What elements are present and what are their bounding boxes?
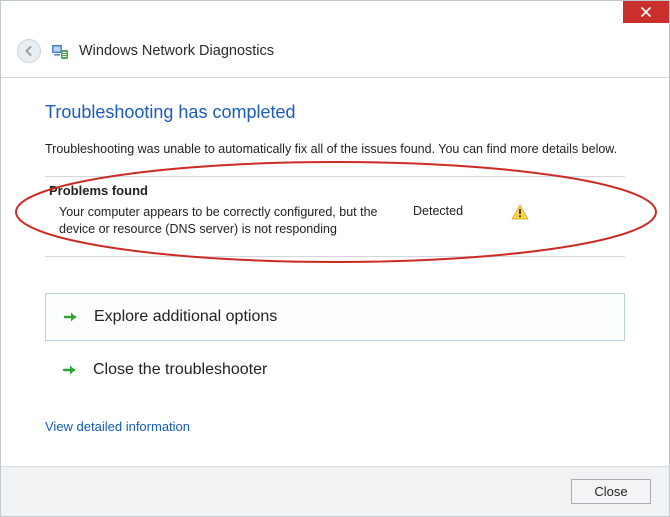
dialog-content: Troubleshooting has completed Troublesho… xyxy=(1,78,669,452)
warning-icon xyxy=(511,204,529,220)
window-close-button[interactable] xyxy=(623,1,669,23)
view-detailed-info-link[interactable]: View detailed information xyxy=(45,419,190,434)
dialog-window: Windows Network Diagnostics Troubleshoot… xyxy=(0,0,670,517)
close-icon xyxy=(640,6,652,18)
diagnostics-icon xyxy=(51,42,69,60)
back-arrow-icon xyxy=(23,45,35,57)
title-bar xyxy=(1,1,669,31)
dialog-title: Windows Network Diagnostics xyxy=(79,43,274,59)
problems-section: Problems found Your computer appears to … xyxy=(45,176,625,257)
explore-option-label: Explore additional options xyxy=(94,308,277,326)
completion-headline: Troubleshooting has completed xyxy=(45,102,625,123)
problem-icon-cell xyxy=(507,204,529,220)
completion-subtext: Troubleshooting was unable to automatica… xyxy=(45,141,625,158)
back-button[interactable] xyxy=(17,39,41,63)
problem-row: Your computer appears to be correctly co… xyxy=(45,204,625,238)
arrow-right-icon xyxy=(61,361,79,379)
problem-description: Your computer appears to be correctly co… xyxy=(59,204,399,238)
dialog-header: Windows Network Diagnostics xyxy=(1,31,669,78)
problems-found-label: Problems found xyxy=(45,183,625,198)
close-button[interactable]: Close xyxy=(571,479,651,504)
close-troubleshooter[interactable]: Close the troubleshooter xyxy=(45,347,625,393)
arrow-right-icon xyxy=(62,308,80,326)
dialog-footer: Close xyxy=(1,466,669,516)
close-troubleshooter-label: Close the troubleshooter xyxy=(93,361,267,379)
problem-status: Detected xyxy=(413,204,493,218)
explore-additional-options[interactable]: Explore additional options xyxy=(45,293,625,341)
